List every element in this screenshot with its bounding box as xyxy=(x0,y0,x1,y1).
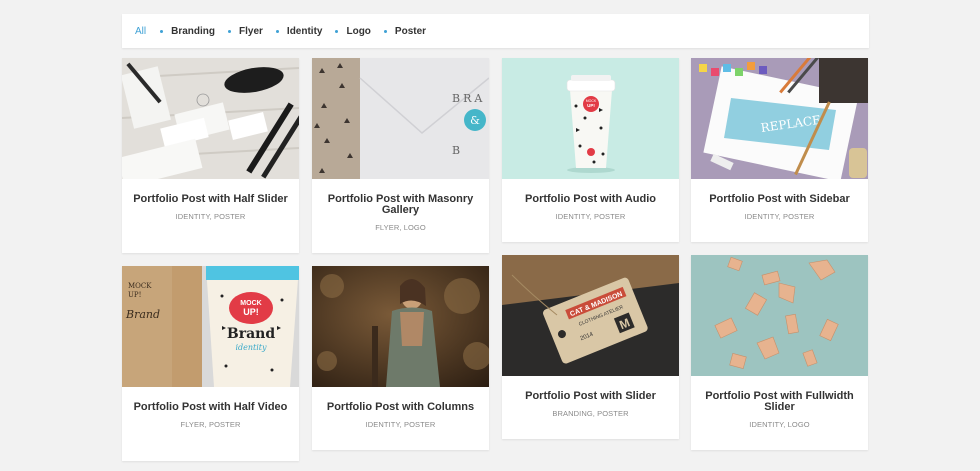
portfolio-post-title[interactable]: Portfolio Post with Audio xyxy=(512,194,669,205)
watercolor-desk-image[interactable]: REPLACE xyxy=(691,58,868,179)
filter-separator-dot xyxy=(335,29,339,33)
portfolio-post-categories[interactable]: IDENTITY, LOGO xyxy=(701,420,858,429)
envelope-mockup-image[interactable]: & BRA B xyxy=(312,58,489,179)
filter-poster[interactable]: Poster xyxy=(395,26,426,37)
filter-logo[interactable]: Logo xyxy=(346,26,370,37)
svg-text:UP!: UP! xyxy=(587,103,595,108)
filter-separator-dot xyxy=(160,29,164,33)
clothing-tag-image[interactable]: CAT & MADISON CLOTHING ATELIER 2014 M xyxy=(502,255,679,376)
wooden-blocks-image[interactable] xyxy=(691,255,868,376)
coffee-cup-mockup-image[interactable]: MOCK UP! xyxy=(502,58,679,179)
portfolio-post-title[interactable]: Portfolio Post with Sidebar xyxy=(701,194,858,205)
portfolio-post-categories[interactable]: IDENTITY, POSTER xyxy=(512,212,669,221)
portfolio-card[interactable]: & BRA B Portfolio Post with Masonry Gall… xyxy=(312,58,489,253)
filter-branding[interactable]: Branding xyxy=(171,26,215,37)
filter-flyer[interactable]: Flyer xyxy=(239,26,263,37)
svg-text:UP!: UP! xyxy=(128,291,141,299)
filter-separator-dot xyxy=(275,29,279,33)
portfolio-post-title[interactable]: Portfolio Post with Half Slider xyxy=(132,194,289,205)
portfolio-filter-bar: All Branding Flyer Identity Logo Poster xyxy=(122,14,869,48)
filter-separator-dot xyxy=(228,29,232,33)
portfolio-post-title[interactable]: Portfolio Post with Slider xyxy=(512,391,669,402)
portfolio-post-categories[interactable]: BRANDING, POSTER xyxy=(512,409,669,418)
portfolio-post-categories[interactable]: IDENTITY, POSTER xyxy=(701,212,858,221)
portfolio-post-categories[interactable]: IDENTITY, POSTER xyxy=(132,212,289,221)
svg-text:MOCK: MOCK xyxy=(128,282,152,290)
svg-text:BRA: BRA xyxy=(452,92,485,105)
stationery-mockup-image[interactable] xyxy=(122,58,299,179)
filter-identity[interactable]: Identity xyxy=(287,26,323,37)
portfolio-card[interactable]: MOCK UP! Portfolio Post with Audio IDENT… xyxy=(502,58,679,242)
svg-text:identity: identity xyxy=(235,343,267,352)
portfolio-card[interactable]: Portfolio Post with Half Slider IDENTITY… xyxy=(122,58,299,253)
svg-text:&: & xyxy=(470,114,480,127)
svg-text:B: B xyxy=(452,144,463,157)
portfolio-post-title[interactable]: Portfolio Post with Columns xyxy=(322,402,479,413)
svg-text:Brand: Brand xyxy=(227,326,275,342)
portfolio-card[interactable]: MOCK UP! Brand MOCK UP! Brand identity P… xyxy=(122,266,299,461)
brand-cup-mockup-image[interactable]: MOCK UP! Brand MOCK UP! Brand identity xyxy=(122,266,299,387)
portfolio-card[interactable]: Portfolio Post with Fullwidth Slider IDE… xyxy=(691,255,868,450)
portfolio-card[interactable]: REPLACE Portfolio Post with Sidebar IDEN… xyxy=(691,58,868,242)
portfolio-post-categories[interactable]: IDENTITY, POSTER xyxy=(322,420,479,429)
portfolio-card[interactable]: Portfolio Post with Columns IDENTITY, PO… xyxy=(312,266,489,450)
svg-text:UP!: UP! xyxy=(243,307,259,317)
portfolio-post-title[interactable]: Portfolio Post with Half Video xyxy=(132,402,289,413)
svg-text:MOCK: MOCK xyxy=(240,300,261,307)
portfolio-post-title[interactable]: Portfolio Post with Masonry Gallery xyxy=(322,194,479,216)
svg-text:Brand: Brand xyxy=(125,308,160,321)
filter-separator-dot xyxy=(383,29,387,33)
filter-all[interactable]: All xyxy=(135,26,146,37)
woman-portrait-image[interactable] xyxy=(312,266,489,387)
portfolio-card[interactable]: CAT & MADISON CLOTHING ATELIER 2014 M Po… xyxy=(502,255,679,439)
portfolio-post-categories[interactable]: FLYER, LOGO xyxy=(322,223,479,232)
portfolio-post-title[interactable]: Portfolio Post with Fullwidth Slider xyxy=(701,391,858,413)
portfolio-post-categories[interactable]: FLYER, POSTER xyxy=(132,420,289,429)
